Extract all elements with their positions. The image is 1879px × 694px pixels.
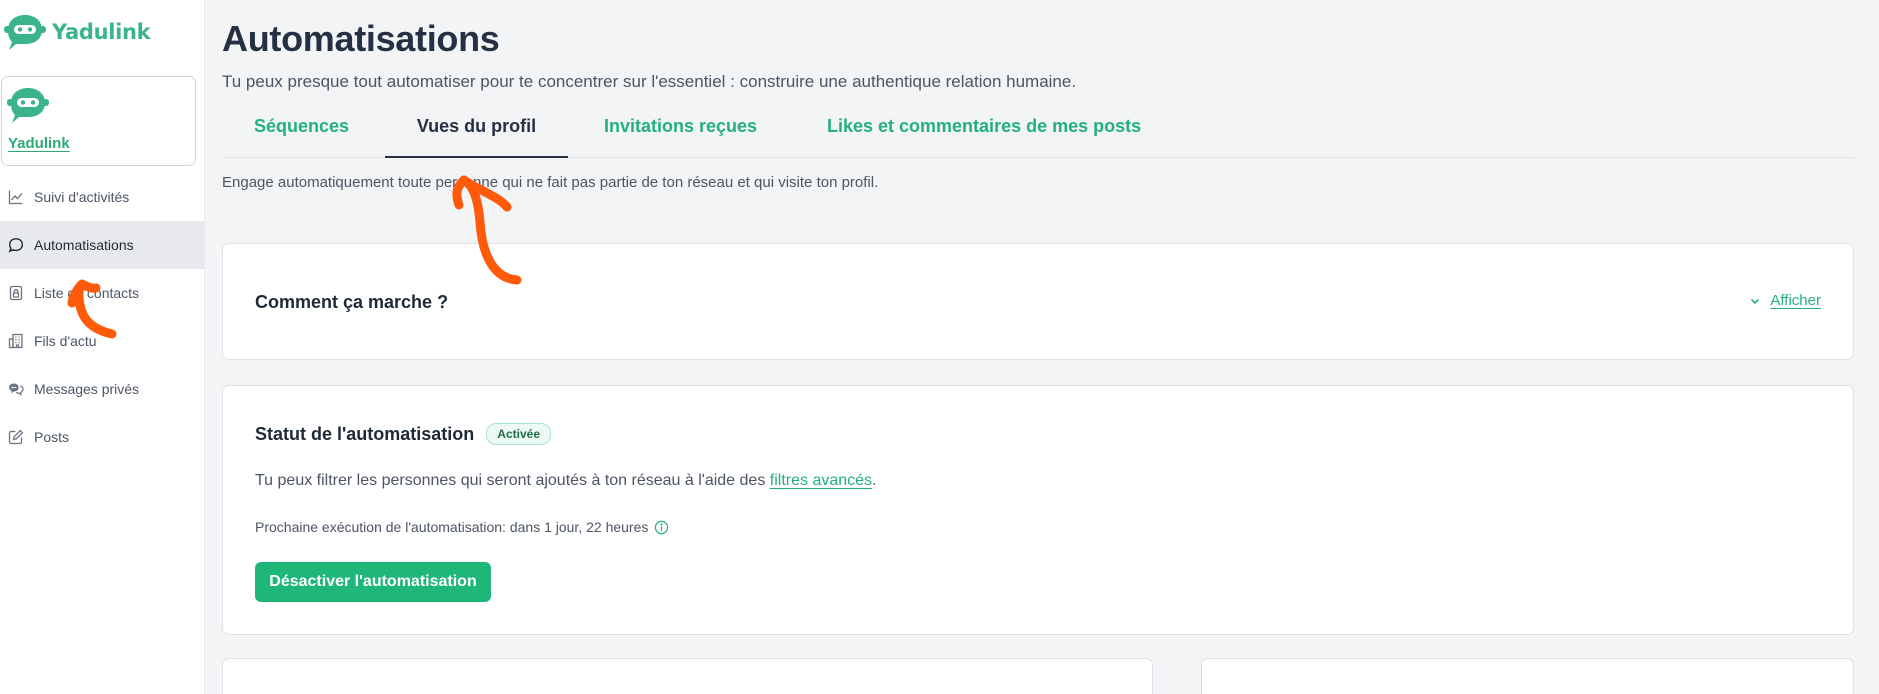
status-badge: Activée [486,423,551,445]
next-run-info: Prochaine exécution de l'automatisation:… [255,519,669,535]
sidebar-item-feed[interactable]: Fils d'actu [0,317,205,365]
sidebar-item-label: Fils d'actu [34,333,97,349]
settings-card-right [1201,658,1854,694]
filter-info-suffix: . [872,472,877,489]
how-it-works-title: Comment ça marche ? [255,292,449,312]
sidebar-item-label: Posts [34,429,70,445]
sidebar-item-label: Automatisations [34,237,134,253]
edit-icon [8,429,24,445]
sidebar-item-label: Liste de contacts [34,285,140,301]
brand-name: Yadulink [52,20,151,44]
sidebar-item-contacts[interactable]: Liste de contacts [0,269,205,317]
chart-line-icon [8,190,23,205]
how-it-works-card: Comment ça marche ? Afficher [222,243,1854,360]
account-card[interactable]: Yadulink [1,76,196,166]
messages-icon [9,383,24,396]
sidebar-item-posts[interactable]: Posts [0,413,205,461]
page-title: Automatisations [222,18,500,59]
automation-status-card: Statut de l'automatisation Activée Tu pe… [222,385,1854,635]
account-name-link[interactable]: Yadulink [8,135,70,152]
sidebar: Yadulink Yadulink Suivi d'activités Auto… [0,0,205,694]
status-title-row: Statut de l'automatisation Activée [255,423,551,445]
tab-description: Engage automatiquement toute personne qu… [222,174,879,191]
automation-tabs: Séquences Vues du profil Invitations reç… [222,108,1854,158]
account-avatar-icon [7,88,49,123]
tab-post-likes-comments[interactable]: Likes et commentaires de mes posts [827,108,1141,158]
status-title: Statut de l'automatisation [255,423,475,444]
sidebar-item-automations[interactable]: Automatisations [0,221,205,269]
tab-sequences[interactable]: Séquences [254,108,349,158]
page-subtitle: Tu peux presque tout automatiser pour te… [222,72,1077,91]
chat-bubble-icon [8,238,24,253]
brand-logo[interactable]: Yadulink [4,12,151,52]
sidebar-item-activity[interactable]: Suivi d'activités [0,173,205,221]
robot-logo-icon [4,15,46,50]
contact-lock-icon [9,285,23,301]
next-run-text: Prochaine exécution de l'automatisation:… [255,519,649,535]
building-icon [8,333,23,349]
chevron-down-icon [1751,298,1760,304]
show-details-label: Afficher [1770,292,1821,309]
sidebar-item-label: Suivi d'activités [34,189,130,205]
filter-info-prefix: Tu peux filtrer les personnes qui seront… [255,472,770,489]
sidebar-item-label: Messages privés [34,381,140,397]
tab-received-invitations[interactable]: Invitations reçues [604,108,757,158]
settings-card-left [222,658,1153,694]
filter-info-text: Tu peux filtrer les personnes qui seront… [255,472,876,490]
sidebar-item-messages[interactable]: Messages privés [0,365,205,413]
info-icon[interactable] [654,520,669,535]
show-details-toggle[interactable]: Afficher [1749,292,1821,309]
deactivate-automation-button[interactable]: Désactiver l'automatisation [255,562,491,602]
sidebar-nav: Suivi d'activités Automatisations Liste … [0,173,205,461]
advanced-filters-link[interactable]: filtres avancés [770,472,872,489]
tab-profile-views[interactable]: Vues du profil [385,108,568,158]
